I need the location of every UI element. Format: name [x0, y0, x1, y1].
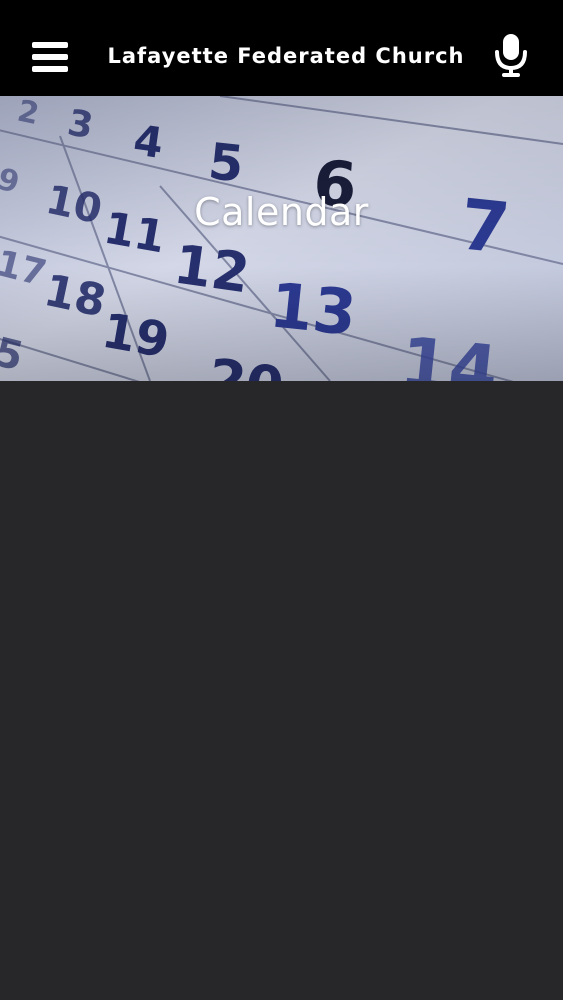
calendar-content-area — [0, 381, 563, 1000]
page-title: Calendar — [194, 190, 369, 234]
menu-bar-line — [32, 66, 68, 72]
calendar-hero-banner[interactable]: 2 3 4 5 6 7 9 10 11 12 13 14 17 18 19 20… — [0, 96, 563, 381]
menu-bar-line — [32, 42, 68, 48]
app-title: Lafayette Federated Church — [107, 44, 465, 68]
calendar-page-photo: 2 3 4 5 6 7 9 10 11 12 13 14 17 18 19 20… — [0, 96, 563, 381]
top-app-bar: Lafayette Federated Church — [0, 0, 563, 96]
microphone-icon[interactable] — [490, 32, 534, 78]
menu-bar-line — [32, 54, 68, 60]
microphone-icon-graphic — [495, 34, 527, 77]
hamburger-menu-icon[interactable] — [28, 36, 72, 78]
app-screen: Lafayette Federated Church Calendar — [0, 0, 563, 1000]
